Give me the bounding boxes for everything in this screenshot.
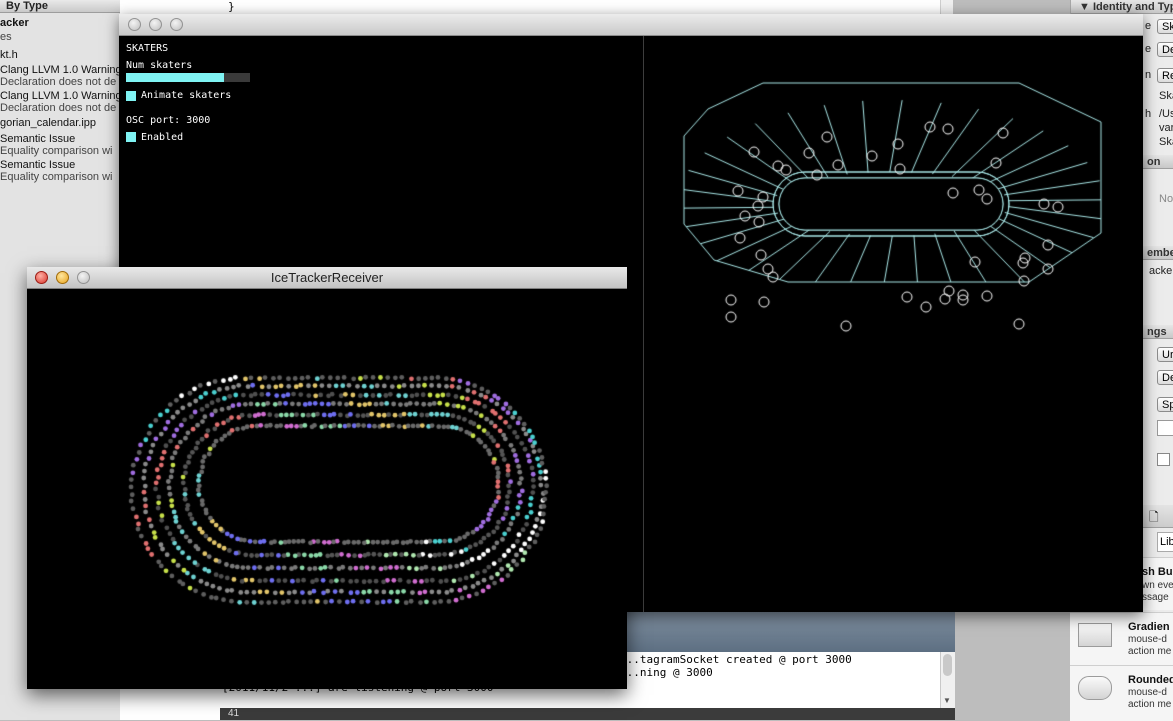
field-label: e	[1145, 20, 1152, 32]
library-tab[interactable]: Librar	[1157, 532, 1173, 552]
issue-list-item[interactable]: Declaration does not de	[0, 102, 116, 114]
library-item-title: Rounded	[1128, 674, 1173, 686]
editor-scrollbar[interactable]	[940, 0, 953, 14]
close-button[interactable]	[35, 271, 48, 284]
minimize-button[interactable]	[149, 18, 162, 31]
path-value: var	[1159, 122, 1173, 134]
library-item-desc: mouse-d	[1128, 687, 1167, 698]
issue-list-item[interactable]: Semantic Issue	[0, 159, 75, 171]
slider-fill	[126, 73, 224, 82]
issue-list-item[interactable]: Clang LLVM 1.0 Warning	[0, 90, 122, 102]
text-field[interactable]	[1157, 420, 1173, 436]
scroll-down-arrow-icon[interactable]: ▼	[943, 696, 951, 705]
trails-canvas[interactable]	[27, 289, 627, 689]
console-line: ...ning @ 3000	[620, 666, 713, 679]
num-skaters-slider[interactable]	[126, 73, 250, 82]
name-field[interactable]: Sk	[1157, 19, 1173, 34]
code-line: }	[228, 0, 235, 13]
issue-list-item[interactable]: Declaration does not de	[0, 76, 116, 88]
field-label: h	[1145, 108, 1152, 120]
library-item-desc: action me	[1128, 699, 1172, 710]
console-line: ...tagramSocket created @ port 3000	[620, 653, 852, 666]
member-value: acker	[1149, 265, 1173, 277]
scroll-thumb[interactable]	[943, 654, 952, 676]
issue-list-item[interactable]: Equality comparison wi	[0, 171, 113, 183]
issue-list-item[interactable]: kt.h	[0, 49, 18, 61]
tracker-titlebar[interactable]	[119, 14, 1143, 36]
setting-popup[interactable]: Sp	[1157, 397, 1173, 412]
issue-list-item[interactable]: Clang LLVM 1.0 Warning	[0, 64, 122, 76]
issue-list-item[interactable]: Semantic Issue	[0, 133, 75, 145]
minimize-button[interactable]	[56, 271, 69, 284]
library-item-desc: ssage	[1142, 592, 1169, 603]
line-number: 41	[228, 708, 240, 719]
animate-skaters-label: Animate skaters	[141, 90, 232, 101]
library-item-desc: action me	[1128, 646, 1172, 657]
status-bar: 41	[220, 708, 955, 720]
receiver-window[interactable]: IceTrackerReceiver	[27, 267, 627, 689]
console-scrollbar[interactable]: ▼	[940, 652, 955, 708]
disclosure-triangle-icon[interactable]: ▼	[1079, 1, 1093, 13]
receiver-titlebar[interactable]: IceTrackerReceiver	[27, 267, 627, 289]
close-button[interactable]	[128, 18, 141, 31]
issue-list-item[interactable]: es	[0, 31, 12, 43]
field-label: n	[1145, 69, 1152, 81]
debug-bar	[627, 612, 955, 652]
library-item-desc: mouse-d	[1128, 634, 1167, 645]
panel-divider	[643, 36, 644, 612]
enabled-label: Enabled	[141, 132, 184, 143]
num-skaters-label: Num skaters	[126, 60, 193, 71]
animate-skaters-toggle[interactable]	[126, 91, 136, 101]
checkbox[interactable]	[1157, 453, 1170, 466]
library-item[interactable]: Gradien mouse-d action me	[1070, 612, 1173, 665]
field-label: e	[1145, 43, 1152, 55]
library-item-title: sh Bu	[1142, 566, 1173, 578]
zoom-button[interactable]	[170, 18, 183, 31]
zoom-button[interactable]	[77, 271, 90, 284]
issue-list-item[interactable]: acker	[0, 17, 29, 29]
location-popup[interactable]: Re	[1157, 68, 1173, 83]
issue-list-item[interactable]: gorian_calendar.ipp	[0, 117, 96, 129]
rounded-button-thumbnail-icon	[1078, 676, 1112, 700]
enabled-toggle[interactable]	[126, 132, 136, 142]
library-item[interactable]: Rounded mouse-d action me	[1070, 665, 1173, 721]
window-title: IceTrackerReceiver	[270, 270, 384, 285]
issue-navigator-header[interactable]: By Type	[0, 0, 120, 13]
file-template-icon[interactable]: 🗋	[1149, 508, 1159, 529]
no-selection-text: No	[1159, 193, 1173, 205]
osc-port-label: OSC port: 3000	[126, 115, 211, 126]
type-popup[interactable]: De	[1157, 42, 1173, 57]
identity-section-header[interactable]: ▼ Identity and Type	[1071, 0, 1173, 14]
library-item-desc: wn eve	[1142, 580, 1173, 591]
setting-popup[interactable]: De	[1157, 370, 1173, 385]
gradient-button-thumbnail-icon	[1078, 623, 1112, 647]
path-value: /Us	[1159, 108, 1173, 120]
path-value: Ska	[1159, 90, 1173, 102]
issue-list-item[interactable]: Equality comparison wi	[0, 145, 113, 157]
library-item-title: Gradien	[1128, 621, 1170, 633]
gui-panel-title: SKATERS	[126, 43, 169, 54]
setting-popup[interactable]: Ur	[1157, 347, 1173, 362]
path-value: Ska	[1159, 136, 1173, 148]
